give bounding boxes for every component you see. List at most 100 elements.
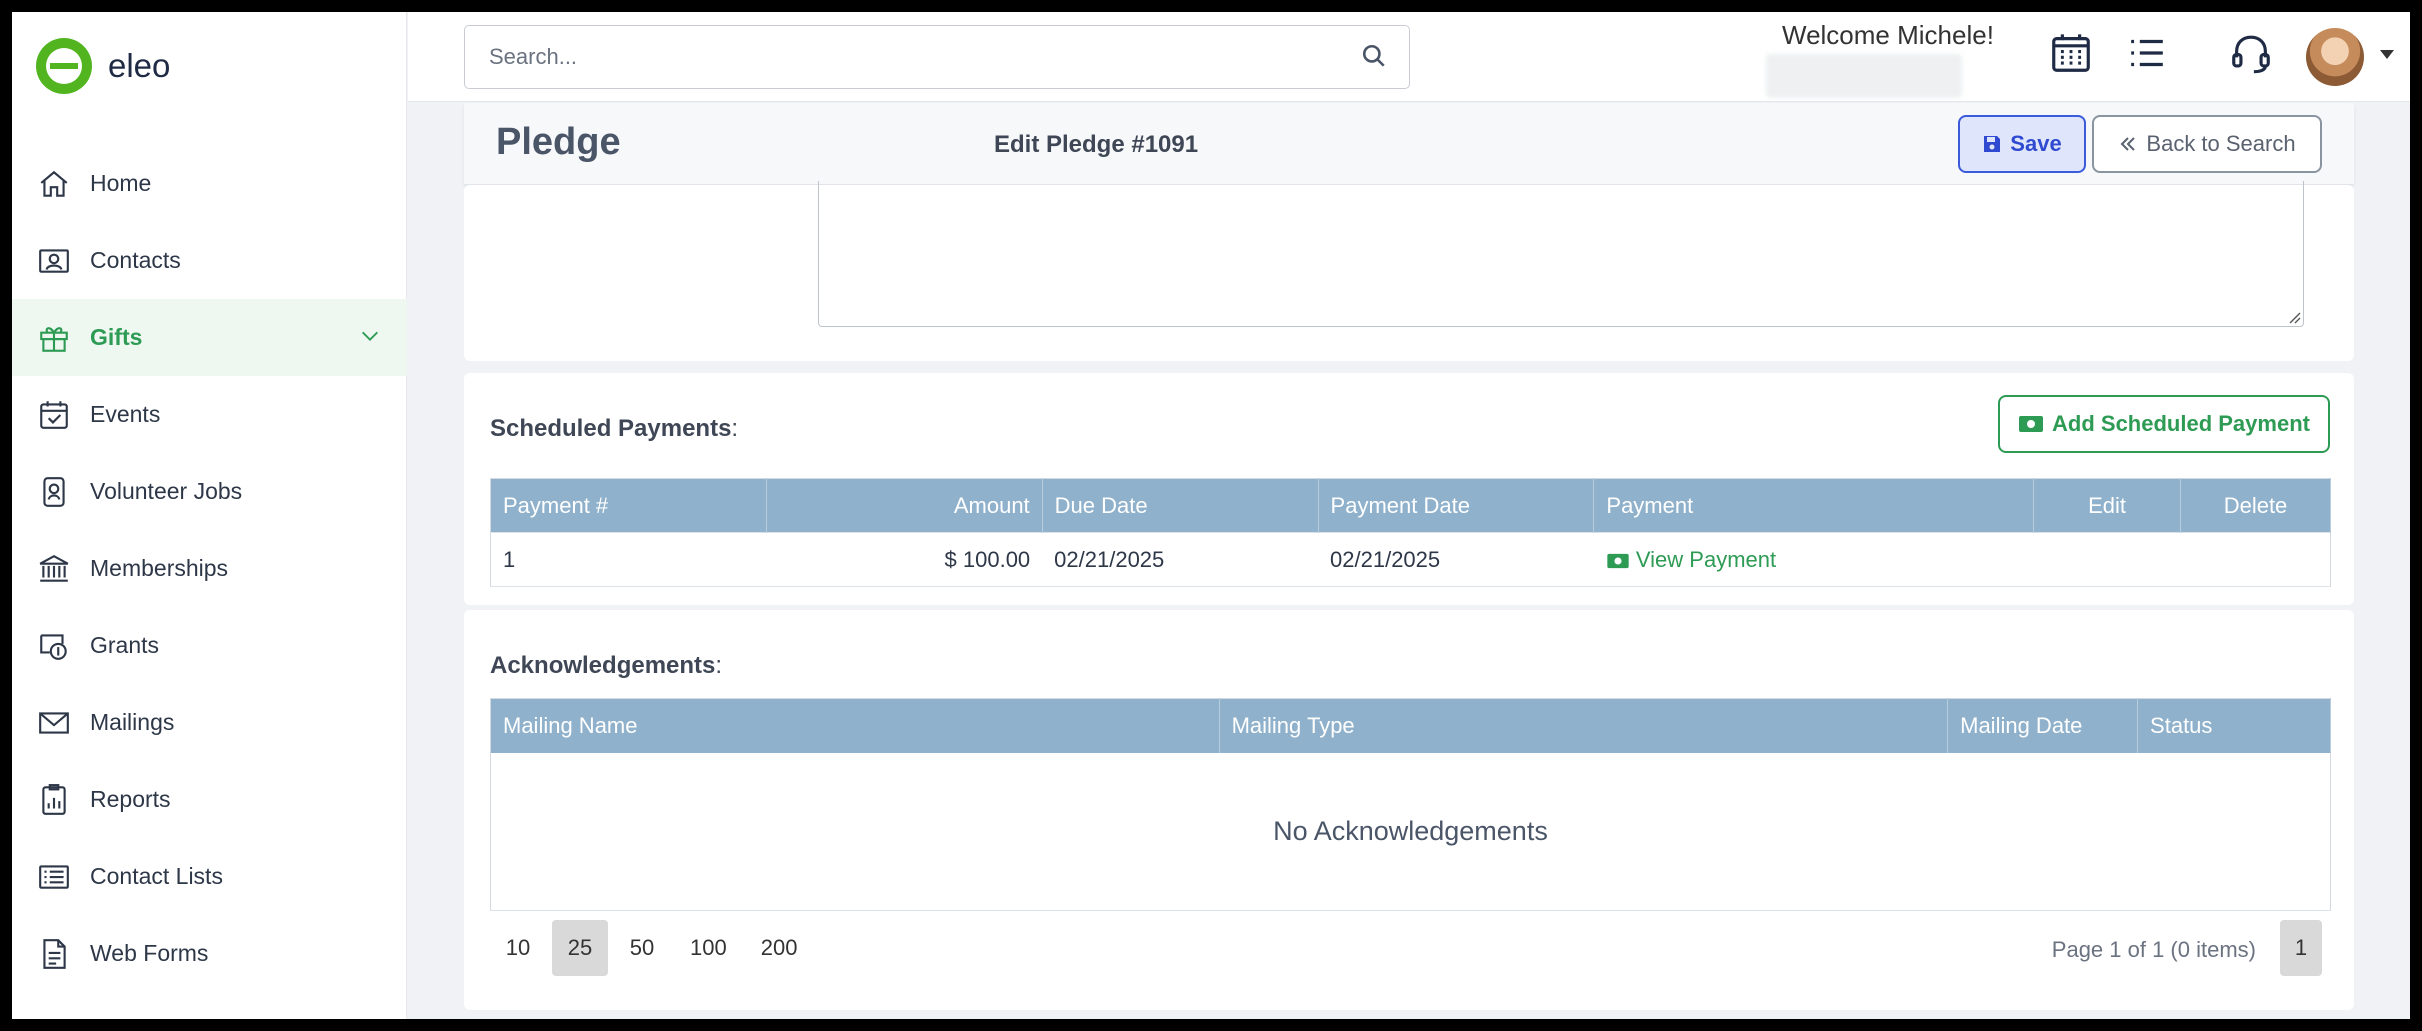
- column-header[interactable]: Edit: [2033, 478, 2181, 533]
- page-info: Page 1 of 1 (0 items): [2051, 937, 2256, 962]
- eleo-logo-icon: [36, 38, 92, 94]
- column-header[interactable]: Mailing Type: [1219, 698, 1949, 753]
- calendar-icon[interactable]: [2048, 30, 2094, 76]
- pledge-details-panel: [464, 181, 2354, 361]
- page-size-option[interactable]: 10: [490, 920, 546, 976]
- empty-message: No Acknowledgements: [490, 752, 2331, 911]
- sidebar-item-reports[interactable]: Reports: [12, 761, 407, 838]
- column-header[interactable]: Delete: [2180, 478, 2331, 533]
- sidebar-item-web-forms[interactable]: Web Forms: [12, 915, 407, 992]
- column-header[interactable]: Due Date: [1042, 478, 1319, 533]
- app-name: eleo: [108, 47, 171, 84]
- sidebar-item-label: Home: [90, 170, 152, 196]
- blurred-user-info: [1766, 54, 1962, 98]
- notes-textarea[interactable]: [818, 181, 2304, 327]
- page-size-selector: 10 25 50 100 200: [490, 920, 817, 976]
- search-box: [464, 25, 1410, 89]
- column-header[interactable]: Amount: [766, 478, 1043, 533]
- chevron-down-icon[interactable]: [359, 325, 381, 353]
- sidebar-item-volunteer-jobs[interactable]: Volunteer Jobs: [12, 453, 407, 530]
- acknowledgements-panel: Acknowledgements: Mailing Name Mailing T…: [464, 610, 2354, 1010]
- table-header-row: Payment # Amount Due Date Payment Date P…: [490, 478, 2331, 533]
- column-header[interactable]: Payment #: [490, 478, 767, 533]
- add-scheduled-payment-label: Add Scheduled Payment: [2052, 411, 2310, 436]
- page-title-bar: Pledge Edit Pledge #1091 Save Back to Se…: [464, 103, 2354, 185]
- list-icon: [36, 859, 72, 895]
- sidebar-item-home[interactable]: Home: [12, 145, 407, 222]
- back-to-search-button[interactable]: Back to Search: [2092, 115, 2322, 173]
- page-size-option[interactable]: 100: [676, 920, 741, 976]
- column-header[interactable]: Mailing Date: [1947, 698, 2139, 753]
- welcome-message: Welcome Michele!: [1782, 20, 1994, 50]
- caret-down-icon[interactable]: [2380, 50, 2394, 59]
- sidebar-item-contact-lists[interactable]: Contact Lists: [12, 838, 407, 915]
- money-icon: [1607, 553, 1629, 568]
- sidebar-item-label: Contacts: [90, 247, 181, 273]
- sidebar-item-contacts[interactable]: Contacts: [12, 222, 407, 299]
- sidebar-item-label: Reports: [90, 786, 171, 812]
- headset-support-icon[interactable]: [2228, 30, 2274, 76]
- view-payment-link[interactable]: View Payment: [1606, 547, 1776, 572]
- sidebar-item-grants[interactable]: Grants: [12, 607, 407, 684]
- scheduled-payments-panel: Scheduled Payments: Add Scheduled Paymen…: [464, 373, 2354, 605]
- sidebar-item-label: Gifts: [90, 324, 143, 350]
- app-logo[interactable]: eleo: [36, 38, 170, 94]
- badge-icon: [36, 474, 72, 510]
- payment-date-cell: 02/21/2025: [1318, 532, 1594, 587]
- page-title: Pledge: [496, 121, 621, 163]
- delete-cell: [2180, 532, 2331, 587]
- gift-icon: [36, 320, 72, 356]
- sidebar-item-memberships[interactable]: Memberships: [12, 530, 407, 607]
- sidebar-item-label: Grants: [90, 632, 160, 658]
- sidebar-item-label: Volunteer Jobs: [90, 478, 243, 504]
- sidebar-item-events[interactable]: Events: [12, 376, 407, 453]
- search-input[interactable]: [489, 44, 1329, 70]
- page-size-option[interactable]: 200: [747, 920, 812, 976]
- save-button[interactable]: Save: [1958, 115, 2086, 173]
- sidebar-item-mailings[interactable]: Mailings: [12, 684, 407, 761]
- avatar[interactable]: [2306, 28, 2364, 86]
- grant-icon: [36, 628, 72, 664]
- sidebar-item-label: Events: [90, 401, 161, 427]
- column-header[interactable]: Payment Date: [1318, 478, 1595, 533]
- payment-number-cell: 1: [490, 532, 767, 587]
- resize-handle-icon[interactable]: [2287, 310, 2301, 324]
- sidebar-item-gifts[interactable]: Gifts: [12, 299, 407, 376]
- report-icon: [36, 782, 72, 818]
- save-icon: [1984, 136, 2001, 152]
- scheduled-payments-heading: Scheduled Payments:: [490, 415, 739, 442]
- task-list-icon[interactable]: [2124, 30, 2170, 76]
- home-icon: [36, 166, 72, 202]
- sidebar: eleo Home Contacts Gifts Events Voluntee…: [12, 12, 407, 1019]
- page-number-button[interactable]: 1: [2280, 920, 2322, 976]
- acknowledgements-heading: Acknowledgements:: [490, 652, 723, 679]
- app-window: eleo Home Contacts Gifts Events Voluntee…: [12, 12, 2410, 1019]
- save-label: Save: [2010, 131, 2062, 156]
- sidebar-item-label: Contact Lists: [90, 863, 223, 889]
- payment-cell: View Payment: [1593, 532, 2034, 587]
- amount-cell: $ 100.00: [766, 532, 1043, 587]
- calendar-check-icon: [36, 397, 72, 433]
- sidebar-item-label: Memberships: [90, 555, 229, 581]
- search-icon[interactable]: [1361, 43, 1387, 74]
- table-header-row: Mailing Name Mailing Type Mailing Date S…: [490, 698, 2331, 753]
- column-header[interactable]: Status: [2137, 698, 2331, 753]
- due-date-cell: 02/21/2025: [1042, 532, 1319, 587]
- acknowledgements-table: Mailing Name Mailing Type Mailing Date S…: [490, 698, 2331, 911]
- bank-icon: [36, 551, 72, 587]
- money-icon: [2019, 416, 2044, 432]
- empty-row: No Acknowledgements: [490, 752, 2331, 911]
- page-size-option-selected[interactable]: 25: [552, 920, 608, 976]
- page-size-option[interactable]: 50: [614, 920, 670, 976]
- edit-pledge-title: Edit Pledge #1091: [994, 131, 1199, 158]
- edit-cell: [2033, 532, 2181, 587]
- add-scheduled-payment-button[interactable]: Add Scheduled Payment: [1998, 395, 2330, 453]
- sidebar-item-label: Web Forms: [90, 940, 209, 966]
- column-header[interactable]: Mailing Name: [490, 698, 1220, 753]
- sidebar-item-label: Mailings: [90, 709, 175, 735]
- envelope-icon: [36, 705, 72, 741]
- column-header[interactable]: Payment: [1593, 478, 2035, 533]
- form-icon: [36, 936, 72, 972]
- double-chevron-left-icon: [2120, 137, 2136, 151]
- table-row: 1 $ 100.00 02/21/2025 02/21/2025 View Pa…: [490, 532, 2331, 587]
